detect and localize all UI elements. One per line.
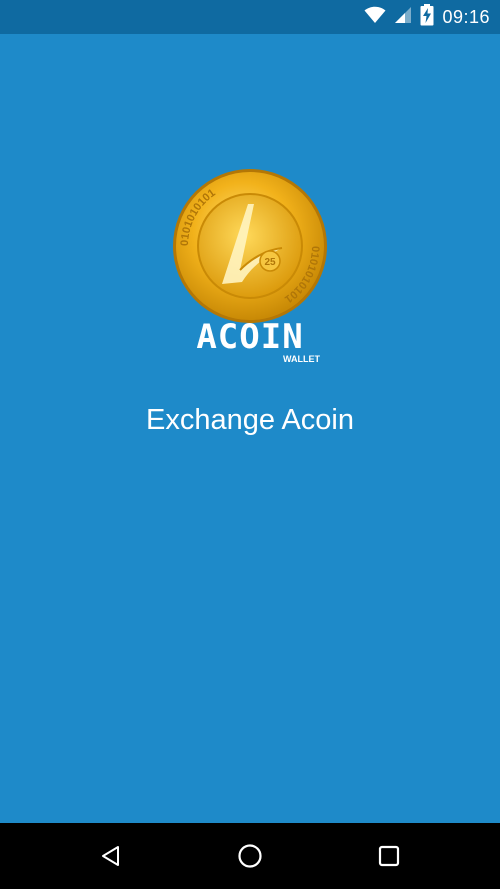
status-bar: 09:16: [0, 0, 500, 34]
signal-icon: [394, 6, 412, 29]
recents-button[interactable]: [371, 838, 407, 874]
recents-icon: [378, 845, 400, 867]
splash-screen: 09:16 0101010101 0101010101 25 ACOIN WAL…: [0, 0, 500, 889]
home-button[interactable]: [232, 838, 268, 874]
back-icon: [102, 846, 119, 866]
wifi-icon: [364, 6, 386, 29]
logo-subtitle-text: WALLET: [283, 354, 320, 364]
status-icons: 09:16: [364, 0, 490, 34]
back-button[interactable]: [93, 838, 129, 874]
battery-charging-icon: [420, 3, 434, 31]
coin-badge: 25: [264, 257, 276, 268]
acoin-wallet-logo: 0101010101 0101010101 25 ACOIN WALLET: [170, 166, 330, 366]
navigation-bar: [0, 823, 500, 889]
logo-brand-text: ACOIN: [196, 317, 303, 357]
home-icon: [238, 844, 262, 868]
status-time: 09:16: [442, 6, 490, 27]
page-title: Exchange Acoin: [146, 404, 354, 436]
